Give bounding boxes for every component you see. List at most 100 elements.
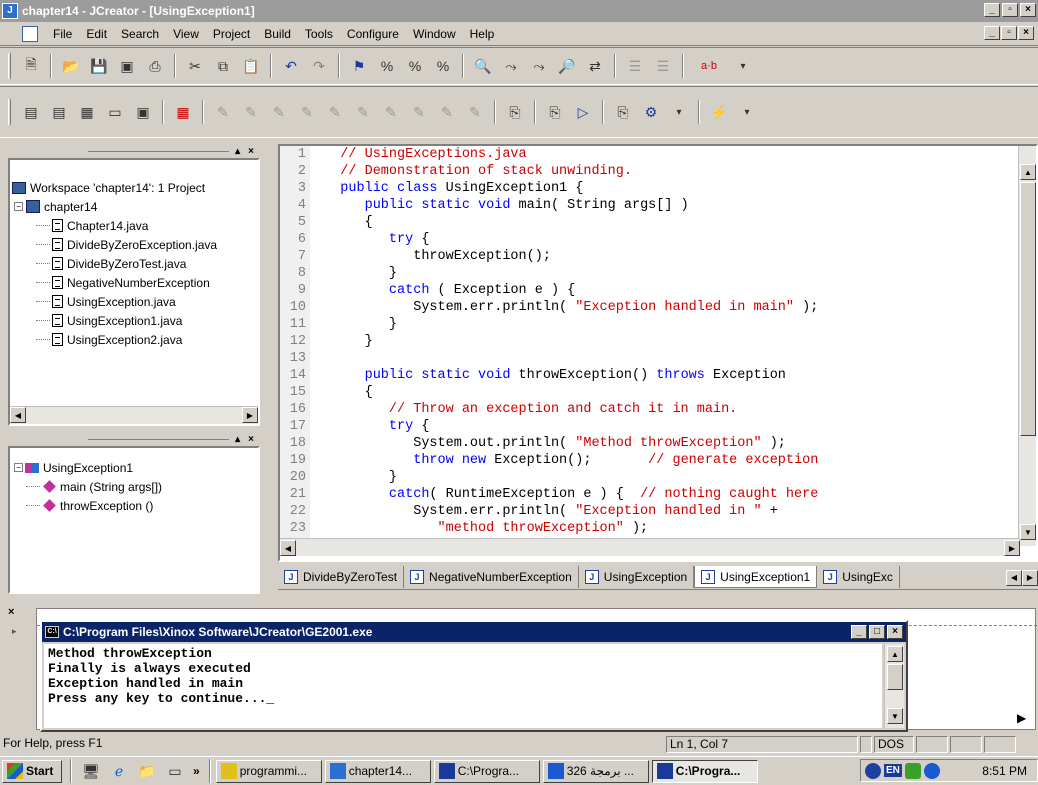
find-next-icon[interactable]: ⤳: [500, 55, 522, 77]
menu-file[interactable]: File: [46, 27, 79, 41]
tab-dividebyzerotest[interactable]: J DivideByZeroTest: [278, 566, 405, 588]
tool4-icon[interactable]: ✎: [296, 101, 318, 123]
console-icon[interactable]: C:\: [45, 626, 59, 638]
menu-search[interactable]: Search: [114, 27, 166, 41]
output-close-icon[interactable]: ×: [8, 606, 14, 618]
find-in-files-icon[interactable]: 🔎: [556, 55, 578, 77]
scroll-up-icon[interactable]: ▲: [1020, 164, 1036, 180]
file-item[interactable]: Chapter14.java: [12, 216, 258, 235]
console-minimize-button[interactable]: _: [851, 625, 867, 639]
run-options-icon[interactable]: ⚙: [640, 101, 662, 123]
language-indicator[interactable]: EN: [884, 764, 902, 777]
file-item[interactable]: UsingException1.java: [12, 311, 258, 330]
mdi-close-button[interactable]: ×: [1018, 26, 1034, 40]
execute-icon[interactable]: ⎘: [612, 101, 634, 123]
tool6-icon[interactable]: ✎: [352, 101, 374, 123]
save-icon[interactable]: 💾: [88, 55, 110, 77]
scroll-thumb[interactable]: [887, 664, 903, 690]
minimize-button[interactable]: _: [984, 3, 1000, 17]
title-bar[interactable]: J chapter14 - JCreator - [UsingException…: [0, 0, 1038, 22]
output-view-icon[interactable]: ▭: [104, 101, 126, 123]
tool3-icon[interactable]: ✎: [268, 101, 290, 123]
windows-icon[interactable]: ▦: [172, 101, 194, 123]
console-window[interactable]: C:\ C:\Program Files\Xinox Software\JCre…: [40, 620, 908, 732]
output-scroll-icon[interactable]: ▶: [1017, 711, 1033, 727]
indent-icon[interactable]: ☰: [624, 55, 646, 77]
file-item[interactable]: UsingException2.java: [12, 330, 258, 349]
tab-next-icon[interactable]: ▶: [1022, 569, 1038, 586]
tool9-icon[interactable]: ✎: [436, 101, 458, 123]
file-item[interactable]: DivideByZeroTest.java: [12, 254, 258, 273]
tray-app-icon[interactable]: [923, 762, 940, 779]
task-button[interactable]: programmi...: [215, 759, 322, 783]
scroll-thumb[interactable]: [1020, 182, 1036, 436]
start-button[interactable]: Start: [2, 759, 62, 783]
scroll-left-icon[interactable]: ◀: [280, 540, 296, 556]
collapse-toggle-icon[interactable]: −: [14, 463, 23, 472]
scroll-right-icon[interactable]: ▶: [1004, 540, 1020, 556]
scroll-right-icon[interactable]: ▶: [242, 407, 258, 423]
save-all-icon[interactable]: ▣: [116, 55, 138, 77]
menu-help[interactable]: Help: [463, 27, 502, 41]
match-case-icon[interactable]: a·b: [692, 55, 726, 77]
task-button[interactable]: C:\Progra...: [651, 759, 758, 783]
tool7-icon[interactable]: ✎: [380, 101, 402, 123]
mdi-restore-button[interactable]: ▫: [1001, 26, 1017, 40]
find-prev-icon[interactable]: ⤳: [528, 55, 550, 77]
scroll-left-icon[interactable]: ◀: [10, 407, 26, 423]
scroll-down-icon[interactable]: ▼: [887, 708, 903, 724]
tab-negativenumberexception[interactable]: J NegativeNumberException: [404, 566, 579, 588]
menu-project[interactable]: Project: [206, 27, 257, 41]
info-view-icon[interactable]: ▦: [76, 101, 98, 123]
replace-icon[interactable]: ⇄: [584, 55, 606, 77]
tool1-icon[interactable]: ✎: [212, 101, 234, 123]
clock[interactable]: 8:51 PM: [982, 764, 1027, 778]
menu-edit[interactable]: Edit: [79, 27, 114, 41]
collapse-icon[interactable]: ▴: [235, 146, 240, 157]
tab-usingexception1[interactable]: J UsingException1: [694, 566, 818, 588]
collapse-toggle-icon[interactable]: −: [14, 202, 23, 211]
workspace-root[interactable]: Workspace 'chapter14': 1 Project: [12, 178, 258, 197]
compile-file-icon[interactable]: ⎘: [504, 101, 526, 123]
scroll-down-icon[interactable]: ▼: [1020, 524, 1036, 540]
panel-close-icon[interactable]: ×: [248, 146, 254, 157]
toolbar-dropdown-icon[interactable]: ▾: [732, 55, 754, 77]
console-close-button[interactable]: ×: [887, 625, 903, 639]
workspace-view-icon[interactable]: ▤: [20, 101, 42, 123]
run-dropdown-icon[interactable]: ▾: [668, 101, 690, 123]
package-view-icon[interactable]: ▤: [48, 101, 70, 123]
window-icon[interactable]: ▭: [164, 760, 186, 782]
scroll-up-icon[interactable]: ▲: [887, 646, 903, 662]
toolbar-grip[interactable]: [8, 99, 11, 125]
code-editor[interactable]: 1 2 3 4 5 6 7 8 9 10 11 12 13 14 15 16 17 18 19 20 21 22 23 //…: [278, 144, 1038, 562]
debug-icon[interactable]: ▷: [572, 101, 594, 123]
method-item[interactable]: main (String args[]): [14, 477, 258, 496]
menu-configure[interactable]: Configure: [340, 27, 406, 41]
file-item[interactable]: DivideByZeroException.java: [12, 235, 258, 254]
menu-tools[interactable]: Tools: [298, 27, 340, 41]
tab-usingexc[interactable]: J UsingExc: [817, 566, 900, 588]
volume-icon[interactable]: [865, 762, 881, 779]
tool2-icon[interactable]: ✎: [240, 101, 262, 123]
console-vscrollbar[interactable]: ▲ ▼: [884, 644, 904, 728]
prev-bookmark-icon[interactable]: %: [404, 55, 426, 77]
editor-hscrollbar[interactable]: ◀ ▶: [280, 538, 1020, 556]
undo-icon[interactable]: ↶: [280, 55, 302, 77]
tool5-icon[interactable]: ✎: [324, 101, 346, 123]
restore-button[interactable]: ▫: [1002, 3, 1018, 17]
fullscreen-icon[interactable]: ▣: [132, 101, 154, 123]
menu-build[interactable]: Build: [257, 27, 298, 41]
workspace-hscrollbar[interactable]: ◀ ▶: [10, 406, 258, 424]
document-icon[interactable]: [22, 25, 38, 42]
explorer-icon[interactable]: 📁: [136, 760, 158, 782]
clear-bookmarks-icon[interactable]: %: [432, 55, 454, 77]
quicklaunch-chevron[interactable]: »: [193, 764, 200, 778]
console-titlebar[interactable]: C:\ C:\Program Files\Xinox Software\JCre…: [42, 622, 906, 642]
task-button[interactable]: C:\Progra...: [433, 759, 540, 783]
copy-icon[interactable]: ⧉: [212, 55, 234, 77]
tab-usingexception[interactable]: J UsingException: [579, 566, 695, 588]
method-item[interactable]: throwException (): [14, 496, 258, 515]
cut-icon[interactable]: ✂: [184, 55, 206, 77]
paste-icon[interactable]: 📋: [240, 55, 262, 77]
panel-close-icon[interactable]: ×: [248, 434, 254, 445]
